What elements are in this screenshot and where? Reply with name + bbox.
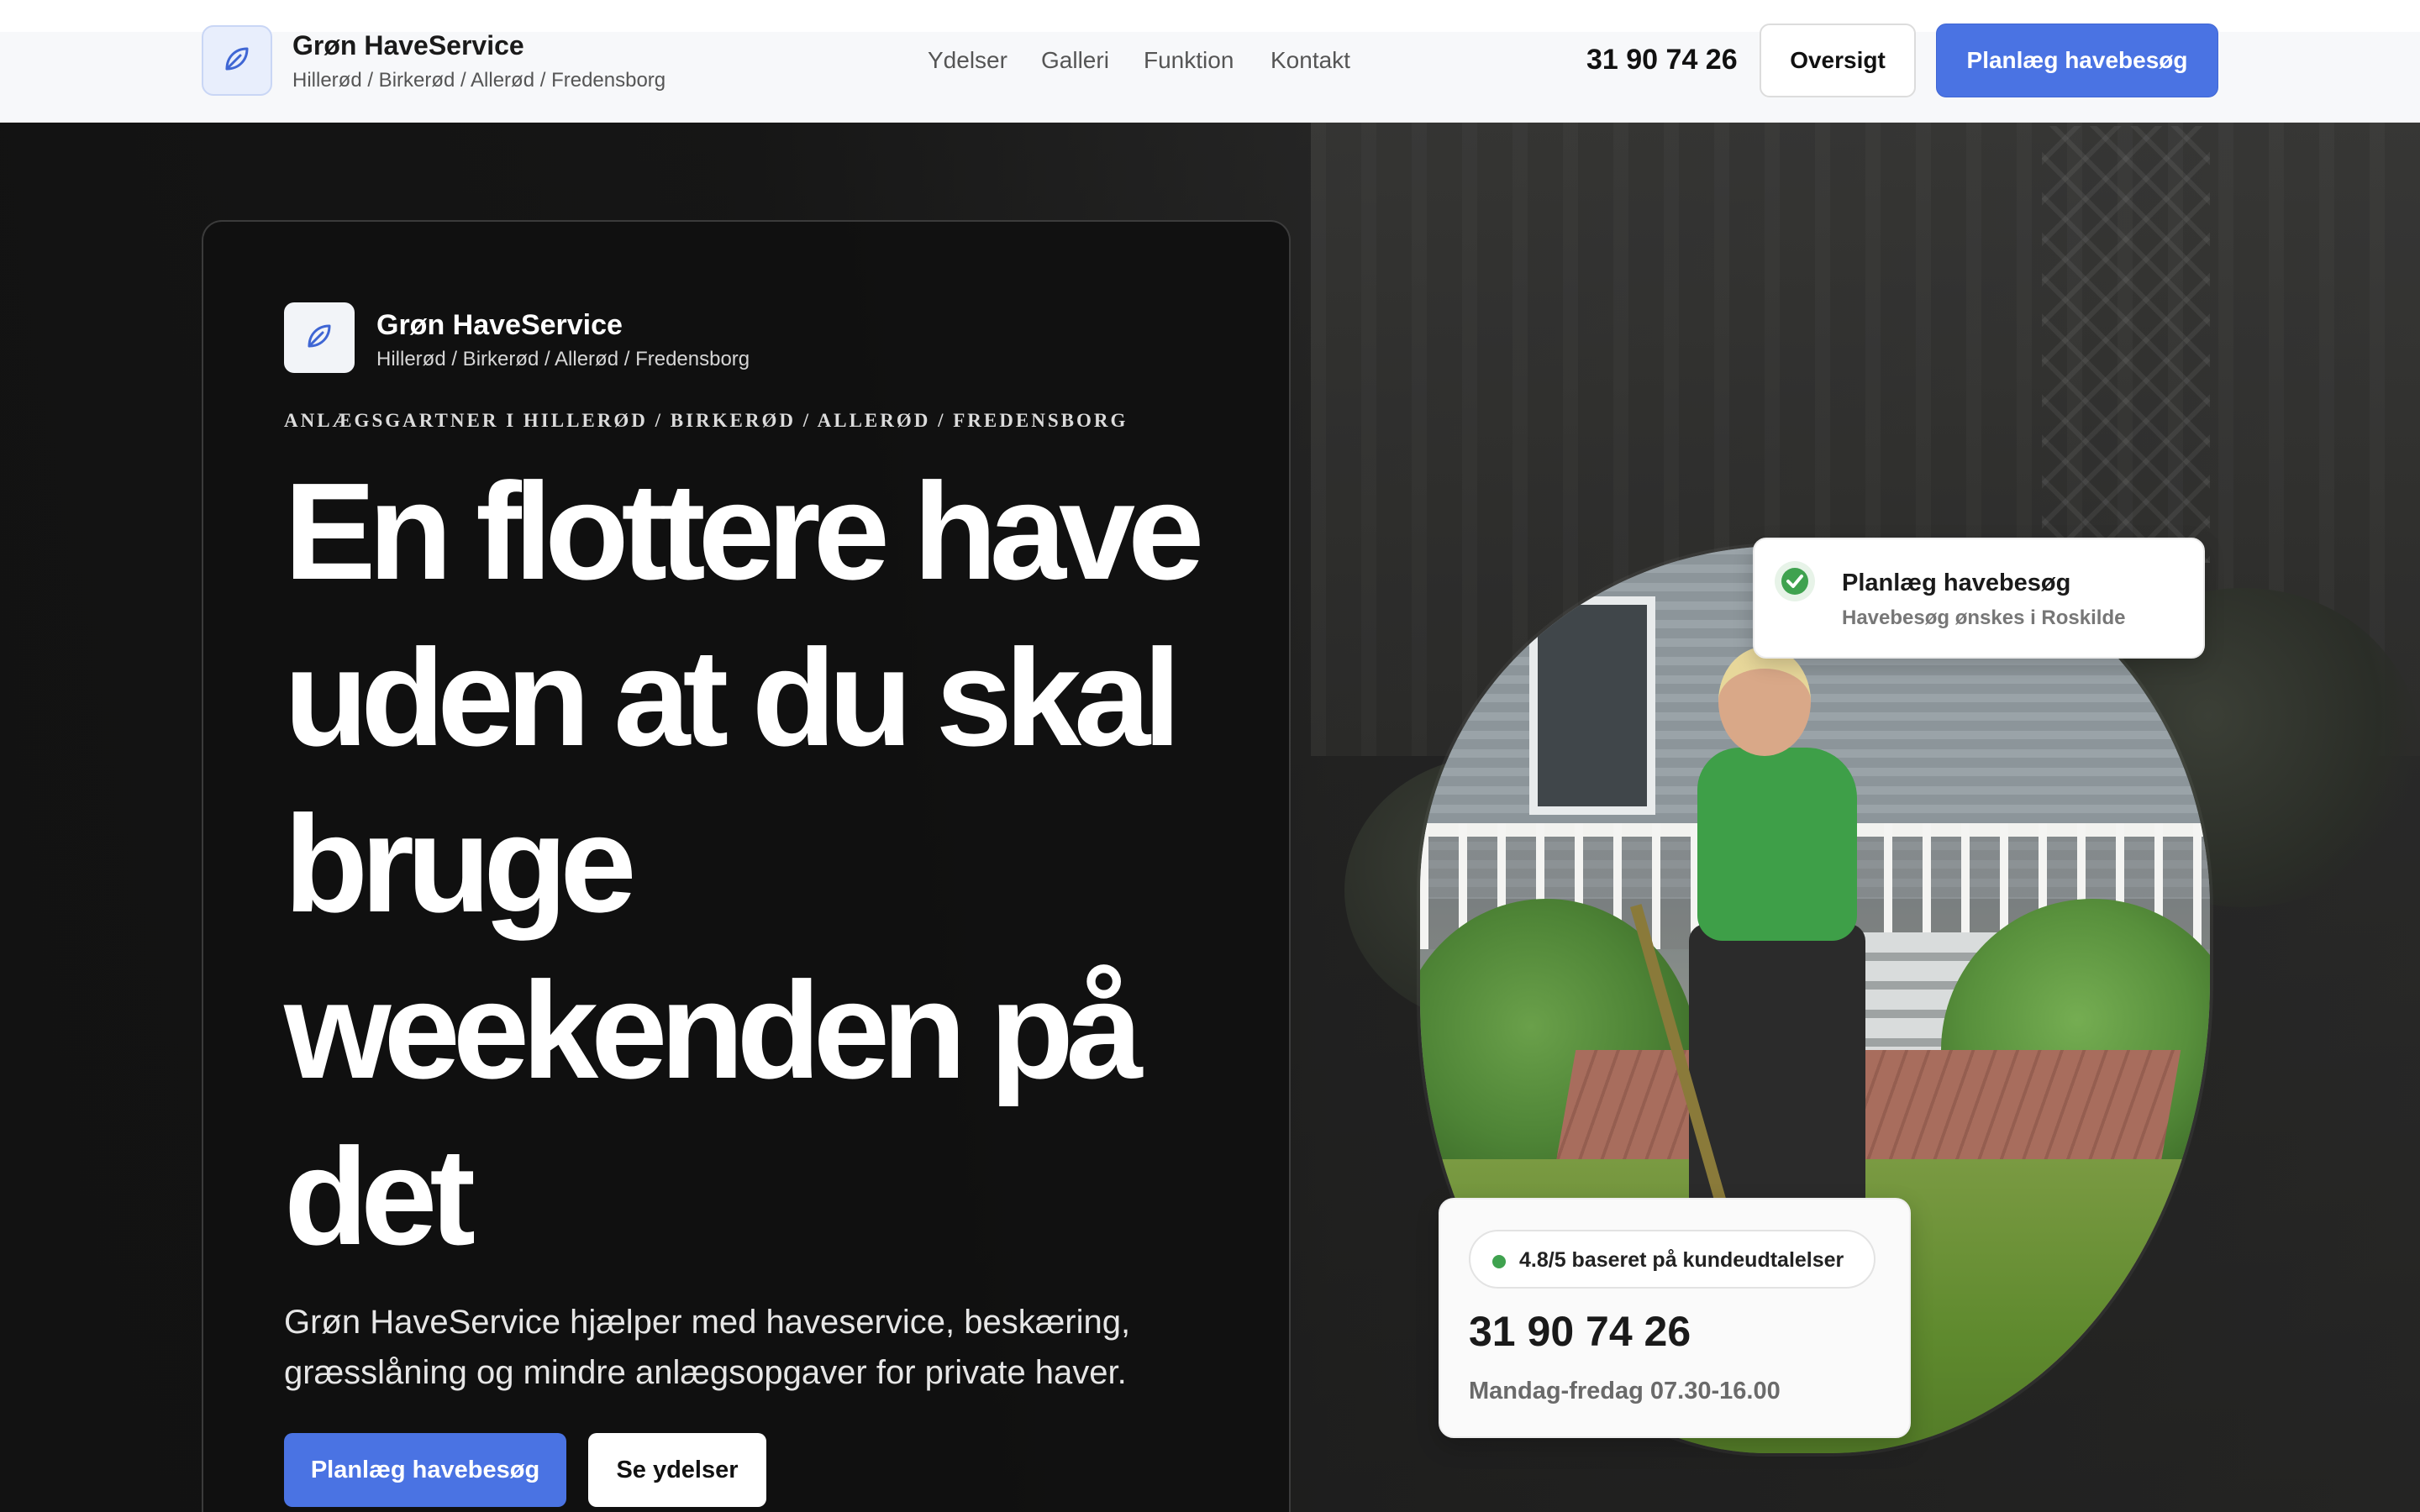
- header-phone[interactable]: 31 90 74 26: [1586, 44, 1738, 76]
- card-brand-name: Grøn HaveService: [376, 309, 623, 341]
- photo-person-head: [1718, 647, 1811, 756]
- hero-card: Grøn HaveService Hillerød / Birkerød / A…: [202, 220, 1291, 1512]
- hero-eyebrow: ANLÆGSGARTNER I HILLERØD / BIRKERØD / AL…: [284, 410, 1128, 431]
- visit-request-title: Planlæg havebesøg: [1842, 570, 2071, 596]
- status-dot-icon: [1492, 1255, 1506, 1268]
- leaf-icon: [220, 42, 254, 80]
- nav-link-kontakt[interactable]: Kontakt: [1270, 47, 1350, 74]
- plan-visit-button[interactable]: Planlæg havebesøg: [284, 1433, 566, 1507]
- nav-link-galleri[interactable]: Galleri: [1041, 47, 1109, 74]
- background-lattice: [2042, 126, 2210, 563]
- brand-name[interactable]: Grøn HaveService: [292, 30, 524, 61]
- brand-logo[interactable]: [202, 25, 272, 96]
- visit-request-subtitle: Havebesøg ønskes i Roskilde: [1842, 606, 2126, 629]
- leaf-icon: [302, 319, 336, 357]
- brand-locations: Hillerød / Birkerød / Allerød / Fredensb…: [292, 69, 666, 92]
- photo-door: [1529, 596, 1655, 815]
- card-brand-locations: Hillerød / Birkerød / Allerød / Fredensb…: [376, 348, 750, 370]
- rating-badge: 4.8/5 baseret på kundeudtalelser: [1469, 1230, 1876, 1289]
- plan-visit-button-header[interactable]: Planlæg havebesøg: [1936, 24, 2218, 97]
- contact-phone[interactable]: 31 90 74 26: [1469, 1307, 1691, 1356]
- contact-card: 4.8/5 baseret på kundeudtalelser 31 90 7…: [1439, 1198, 1911, 1438]
- see-services-button[interactable]: Se ydelser: [588, 1433, 766, 1507]
- photo-person-shirt: [1697, 748, 1857, 941]
- opening-hours: Mandag-fredag 07.30-16.00: [1469, 1378, 1781, 1404]
- card-brand-logo: [284, 302, 355, 373]
- hero-headline: En flottere have uden at du skal bruge w…: [284, 454, 1204, 1273]
- top-navigation: Grøn HaveService Hillerød / Birkerød / A…: [0, 0, 2420, 123]
- nav-link-ydelser[interactable]: Ydelser: [928, 47, 1007, 74]
- hero-description: Grøn HaveService hjælper med haveservice…: [284, 1304, 1131, 1391]
- visit-request-card: Planlæg havebesøg Havebesøg ønskes i Ros…: [1753, 538, 2205, 659]
- check-circle-icon: [1775, 561, 1815, 601]
- overview-button[interactable]: Oversigt: [1760, 24, 1916, 97]
- rating-text: 4.8/5 baseret på kundeudtalelser: [1519, 1248, 1844, 1272]
- nav-link-funktion[interactable]: Funktion: [1144, 47, 1234, 74]
